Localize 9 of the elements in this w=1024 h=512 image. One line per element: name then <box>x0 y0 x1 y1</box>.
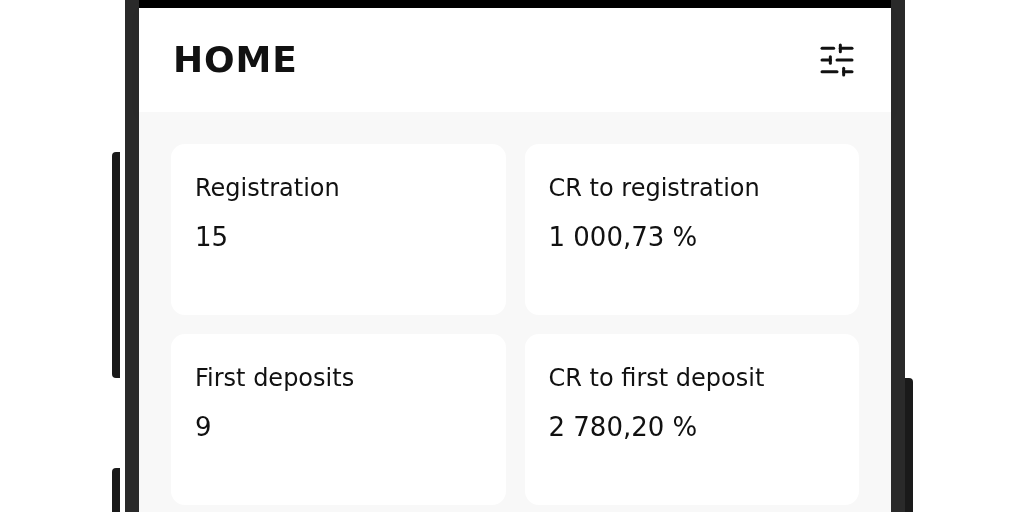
stat-value: 9 <box>195 411 213 444</box>
stat-value: 2 780,20 % <box>548 411 699 444</box>
stat-label: CR to first deposit <box>548 363 766 394</box>
stat-value: 15 <box>195 221 230 254</box>
stat-label: First deposits <box>195 363 356 394</box>
stat-value: 1 000,73 % <box>548 221 699 254</box>
stat-label: CR to registration <box>548 173 761 204</box>
page-title: HOME <box>173 38 298 82</box>
stat-label: Registration <box>195 173 341 204</box>
